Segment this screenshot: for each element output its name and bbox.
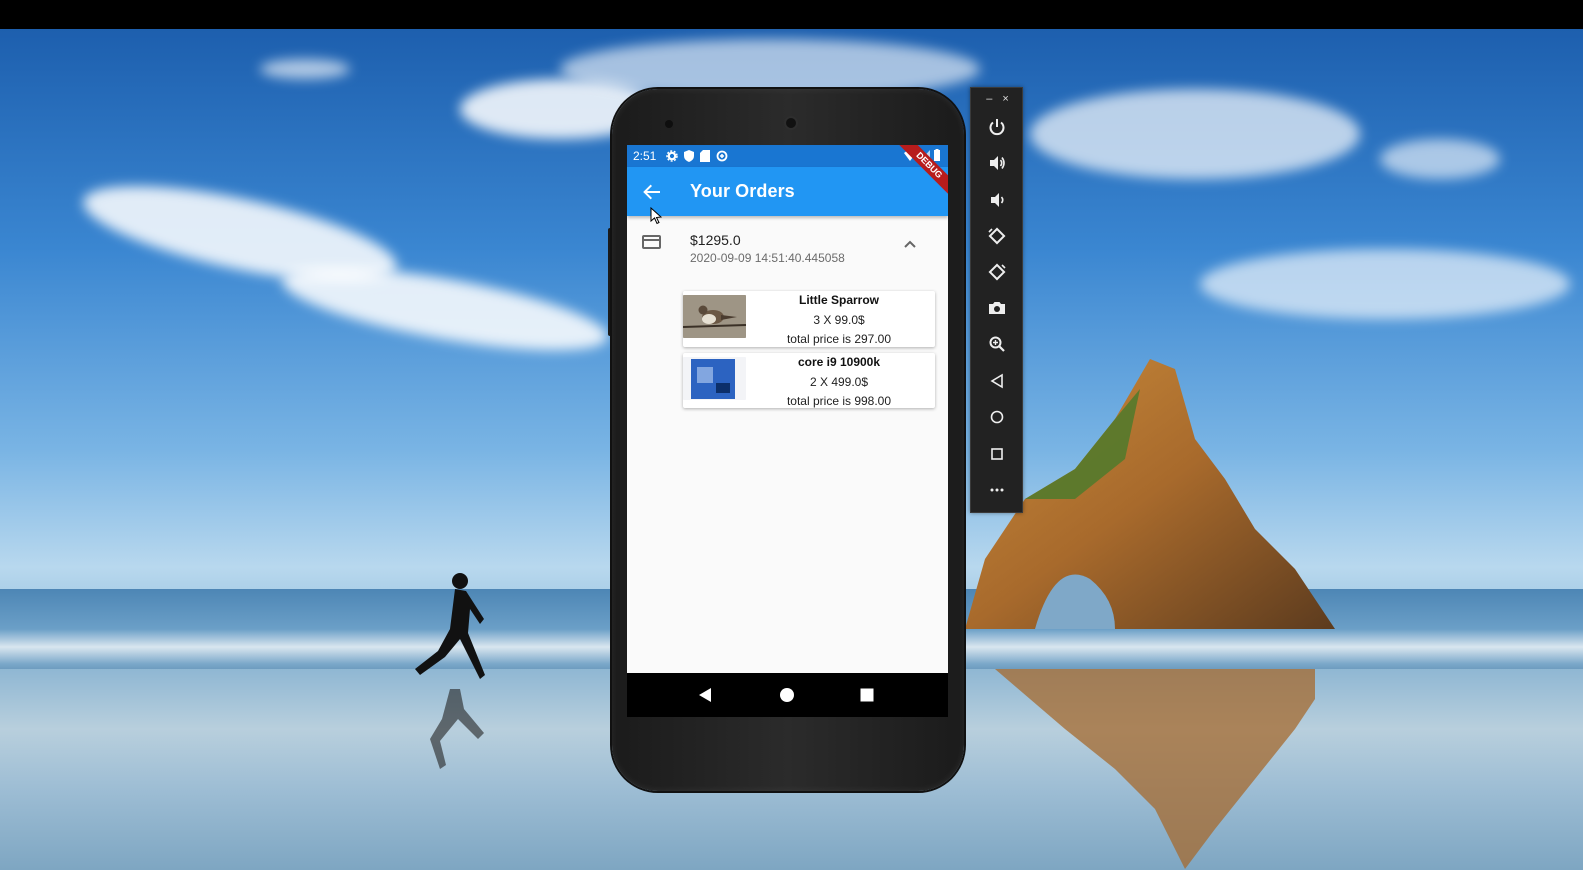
product-name: Little Sparrow [798,293,879,307]
volume-up-button[interactable] [985,151,1009,175]
cloud [277,250,613,368]
zoom-icon [989,336,1005,352]
home-icon [990,410,1004,424]
window-top-bar [0,0,1583,29]
product-quantity: 3 X 99.0$ [813,313,865,327]
status-bar: 2:51 [627,145,948,167]
cpu-box-photo [683,357,746,400]
more-button[interactable] [985,478,1009,502]
product-total-price: total price is 297.00 [786,332,892,346]
order-date: 2020-09-09 14:51:40.445058 [690,251,845,265]
rotate-right-button[interactable] [985,260,1009,284]
arrow-back-icon [643,184,660,200]
emulator-window-controls: – × [971,88,1024,110]
home-circle-icon [780,688,794,702]
minimize-button[interactable]: – [986,93,992,105]
product-quantity: 2 X 499.0$ [809,375,869,389]
overview-button[interactable] [985,442,1009,466]
overview-icon [991,448,1003,460]
volume-up-icon [990,156,1005,170]
phone-screen: 2:51 Your Orders DEBUG $1295.0 2020-09-0… [627,145,948,717]
battery-icon [934,149,940,161]
credit-card-icon [642,235,661,249]
status-time: 2:51 [633,149,657,163]
back-icon [990,373,1003,389]
page-title: Your Orders [690,181,795,201]
shield-icon [684,150,695,162]
power-icon [989,119,1005,136]
emulator-toolbar: – × [970,87,1023,513]
close-button[interactable]: × [1002,93,1008,105]
home-button[interactable] [985,405,1009,429]
order-expansion-tile[interactable]: $1295.0 2020-09-09 14:51:40.445058 [627,217,948,275]
back-button[interactable] [985,369,1009,393]
cloud [1380,139,1500,179]
sd-card-icon [700,150,711,162]
product-name: core i9 10900k [797,355,881,369]
volume-down-icon [991,193,1004,207]
camera-icon [989,302,1005,314]
cloud [260,59,350,79]
phone-speaker [784,116,798,130]
back-button[interactable] [639,179,665,205]
order-amount: $1295.0 [690,232,741,248]
nav-back-button[interactable] [695,685,715,705]
more-icon [990,488,1004,492]
product-image [683,357,746,400]
rotate-left-button[interactable] [985,224,1009,248]
nav-home-button[interactable] [777,685,797,705]
cloud [1030,89,1360,179]
product-total-price: total price is 998.00 [786,394,892,408]
rotate-left-icon [988,227,1006,245]
volume-down-button[interactable] [985,188,1009,212]
zoom-button[interactable] [985,332,1009,356]
data-saver-icon [716,150,728,162]
back-triangle-icon [699,688,711,702]
front-camera [665,120,673,128]
settings-icon [666,150,679,162]
screenshot-button[interactable] [985,296,1009,320]
power-button[interactable] [985,115,1009,139]
rock-reflection [995,669,1315,869]
chevron-up-icon[interactable] [903,239,917,249]
runner-silhouette [415,573,485,769]
nav-recents-button[interactable] [857,685,877,705]
app-bar: Your Orders [627,167,948,225]
order-product-card: Little Sparrow 3 X 99.0$ total price is … [683,291,935,347]
android-nav-bar [627,673,948,717]
rotate-right-icon [988,263,1006,281]
order-product-card: core i9 10900k 2 X 499.0$ total price is… [683,353,935,408]
product-image [683,295,746,338]
sparrow-photo [683,295,746,338]
cloud [1200,249,1570,319]
recents-square-icon [860,688,874,702]
